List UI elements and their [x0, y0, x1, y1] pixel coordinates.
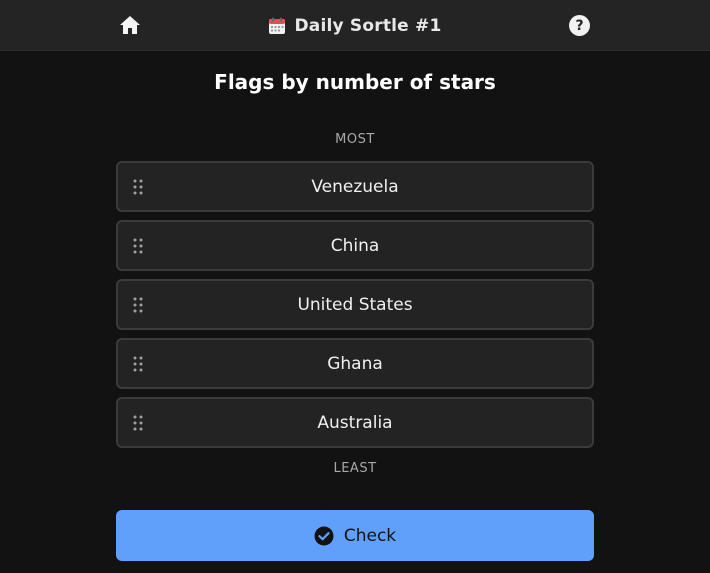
list-item-label: Australia [317, 412, 393, 433]
top-bar: Daily Sortle #1 ? [0, 0, 710, 51]
list-item-label: Ghana [327, 353, 383, 374]
drag-handle-icon[interactable] [133, 356, 143, 372]
check-circle-icon [314, 526, 334, 545]
least-hint: LEAST [333, 461, 377, 476]
list-item[interactable]: United States [116, 279, 594, 330]
help-button[interactable]: ? [569, 15, 590, 36]
list-item[interactable]: China [116, 220, 594, 271]
puzzle-title: Flags by number of stars [214, 70, 496, 94]
most-hint: MOST [335, 132, 375, 147]
list-item-label: United States [297, 294, 413, 315]
app-title-group: Daily Sortle #1 [0, 0, 710, 51]
help-icon: ? [575, 17, 584, 34]
list-item-label: Venezuela [311, 176, 399, 197]
list-item[interactable]: Ghana [116, 338, 594, 389]
drag-handle-icon[interactable] [133, 415, 143, 431]
list-item[interactable]: Australia [116, 397, 594, 448]
drag-handle-icon[interactable] [133, 238, 143, 254]
check-button[interactable]: Check [116, 510, 594, 561]
sortable-list: Venezuela China United States Ghana Aust… [116, 161, 594, 456]
drag-handle-icon[interactable] [133, 297, 143, 313]
calendar-icon [268, 17, 286, 35]
drag-handle-icon[interactable] [133, 179, 143, 195]
app-title: Daily Sortle #1 [294, 15, 442, 36]
list-item-label: China [330, 235, 380, 256]
check-button-label: Check [343, 525, 397, 546]
list-item[interactable]: Venezuela [116, 161, 594, 212]
